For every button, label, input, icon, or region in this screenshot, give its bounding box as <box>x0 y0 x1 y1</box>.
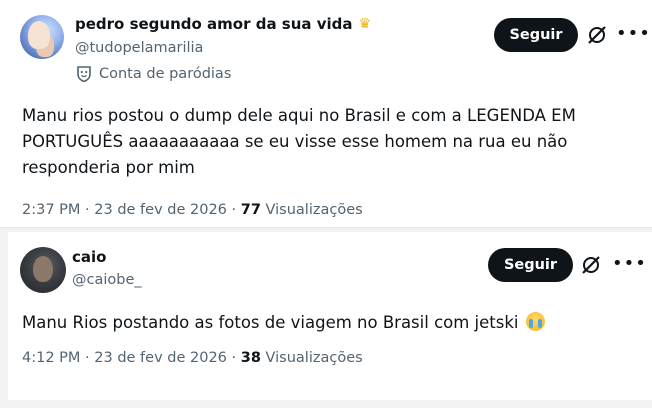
parody-label-text: Conta de paródias <box>99 66 232 82</box>
background-edge <box>0 232 8 408</box>
parody-account-label: Conta de paródias <box>75 66 231 82</box>
user-handle[interactable]: @caiobe_ <box>72 272 142 288</box>
grok-icon[interactable] <box>586 24 608 46</box>
post-text: Manu Rios postando as fotos de viagem no… <box>22 310 632 336</box>
post-meta: 4:12 PM · 23 de fev de 2026 · 38 Visuali… <box>22 350 363 366</box>
views-count: 38 <box>240 350 261 366</box>
background-edge <box>0 400 652 408</box>
display-name-text: pedro segundo amor da sua vida <box>75 15 353 33</box>
post-time[interactable]: 4:12 PM <box>22 350 80 366</box>
post-text-content: Manu Rios postando as fotos de viagem no… <box>22 313 519 332</box>
views-count: 77 <box>240 202 261 218</box>
meta-separator: · <box>231 202 241 218</box>
avatar[interactable] <box>20 15 64 59</box>
meta-separator: · <box>231 350 241 366</box>
avatar[interactable] <box>20 247 66 293</box>
post-2[interactable]: caio @caiobe_ Seguir ••• Manu Rios posta… <box>8 232 652 400</box>
meta-separator: · <box>85 350 95 366</box>
post-1[interactable]: pedro segundo amor da sua vida ♛ @tudopel… <box>0 0 652 226</box>
display-name[interactable]: caio <box>72 248 106 266</box>
parody-mask-icon <box>77 66 91 82</box>
post-date[interactable]: 23 de fev de 2026 <box>94 202 227 218</box>
display-name[interactable]: pedro segundo amor da sua vida ♛ <box>75 15 371 33</box>
user-handle[interactable]: @tudopelamarilia <box>75 40 203 56</box>
post-meta: 2:37 PM · 23 de fev de 2026 · 77 Visuali… <box>22 202 363 218</box>
grok-icon[interactable] <box>580 254 602 276</box>
views-label: Visualizações <box>265 202 363 218</box>
crown-icon: ♛ <box>358 16 372 32</box>
meta-separator: · <box>85 202 95 218</box>
post-text: Manu rios postou o dump dele aqui no Bra… <box>22 106 576 177</box>
follow-button[interactable]: Seguir <box>488 248 573 282</box>
more-horizontal-icon[interactable]: ••• <box>616 25 651 43</box>
more-horizontal-icon[interactable]: ••• <box>612 255 647 273</box>
post-time[interactable]: 2:37 PM <box>22 202 80 218</box>
post-date[interactable]: 23 de fev de 2026 <box>94 350 227 366</box>
follow-button[interactable]: Seguir <box>494 18 578 52</box>
views-label: Visualizações <box>265 350 363 366</box>
loudly-crying-face-emoji-icon <box>525 312 545 331</box>
